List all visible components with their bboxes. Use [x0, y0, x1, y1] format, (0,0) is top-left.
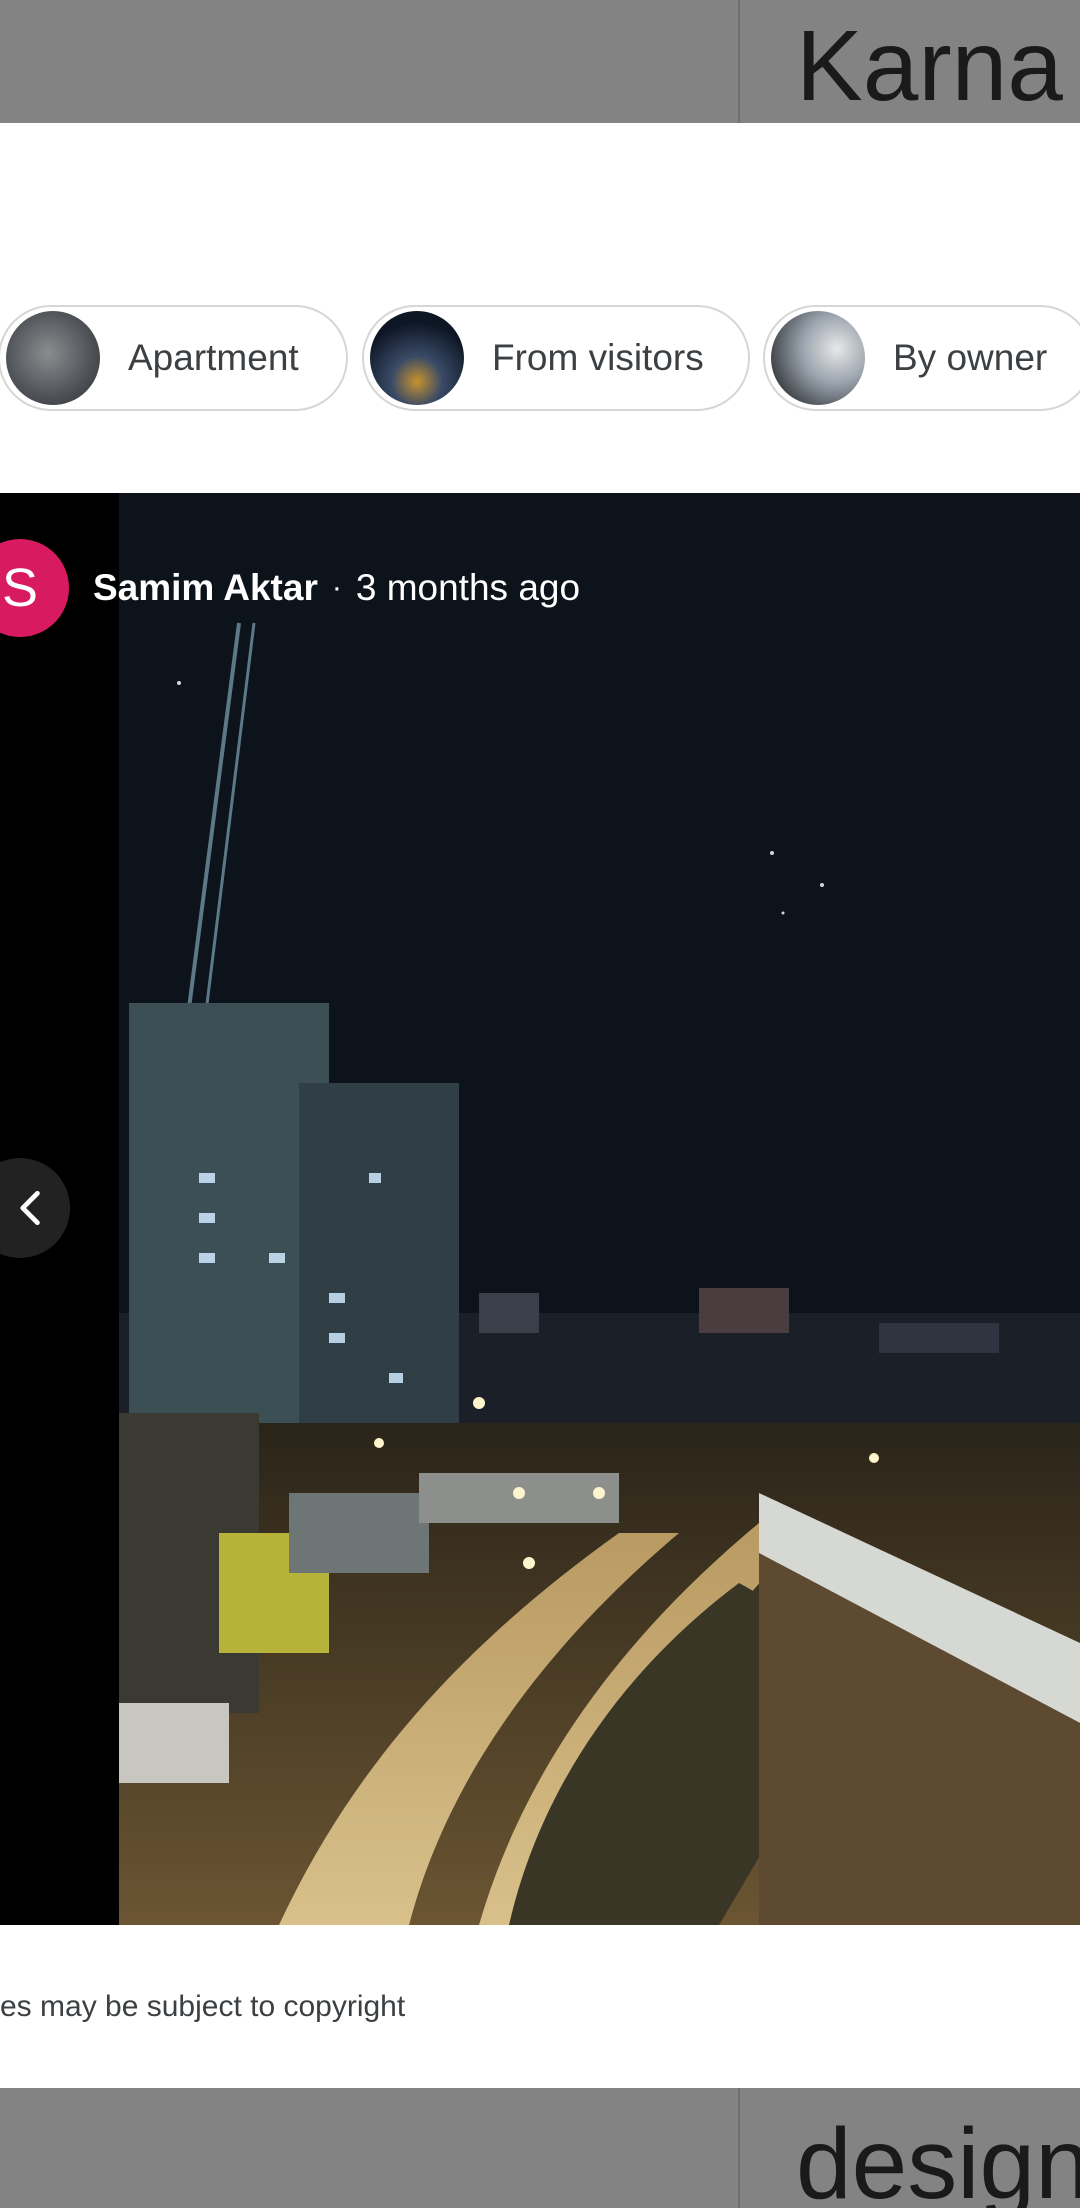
background-heading: design — [796, 2108, 1080, 2208]
previous-photo-button[interactable] — [0, 1158, 70, 1258]
screen: Karna Apartment From visitors By owner S… — [0, 0, 1080, 2208]
chip-label: From visitors — [492, 337, 704, 378]
background-heading: Karna — [796, 10, 1063, 122]
avatar[interactable]: S — [0, 539, 69, 637]
photo-author: S Samim Aktar · 3 months ago — [0, 538, 580, 638]
bottom-background-band: design — [0, 2088, 1080, 2208]
posted-time: 3 months ago — [355, 567, 581, 608]
band-divider — [738, 0, 740, 123]
chip-thumbnail — [771, 311, 865, 405]
separator-dot: · — [331, 571, 342, 604]
chip-by-owner[interactable]: By owner — [763, 305, 1080, 411]
top-background-band: Karna — [0, 0, 1080, 123]
night-city-photo[interactable] — [119, 493, 1080, 1925]
author-name[interactable]: Samim Aktar — [93, 567, 318, 609]
chevron-left-icon — [20, 1190, 40, 1226]
chip-label: Apartment — [128, 337, 299, 378]
band-divider — [738, 2088, 740, 2208]
chip-label: By owner — [893, 337, 1048, 378]
chip-from-visitors[interactable]: From visitors — [362, 305, 750, 411]
copyright-notice: es may be subject to copyright — [0, 1990, 406, 2023]
chip-thumbnail — [6, 311, 100, 405]
chip-apartment[interactable]: Apartment — [0, 305, 348, 411]
photo-illustration — [119, 493, 1080, 1925]
chip-thumbnail — [370, 311, 464, 405]
photo-viewer: S Samim Aktar · 3 months ago — [0, 493, 1080, 1925]
filter-chips: Apartment From visitors By owner — [0, 305, 1080, 411]
